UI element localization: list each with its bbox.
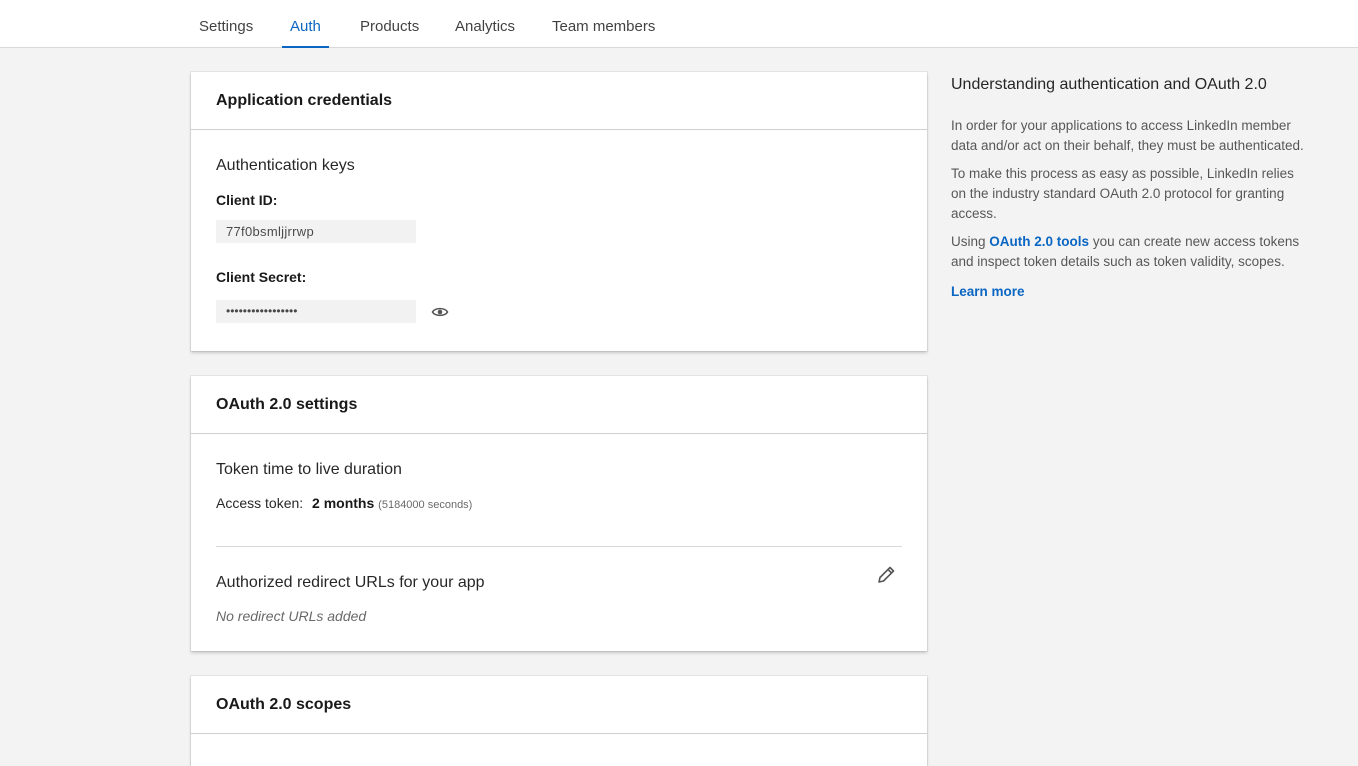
auth-keys-heading: Authentication keys xyxy=(216,157,355,174)
client-id-field[interactable]: 77f0bsmljjrrwp xyxy=(216,220,416,243)
top-nav: Settings Auth Products Analytics Team me… xyxy=(0,0,1358,48)
section-divider xyxy=(216,546,902,547)
oauth-tools-link[interactable]: OAuth 2.0 tools xyxy=(989,234,1089,249)
eye-icon[interactable] xyxy=(431,303,449,321)
tab-settings[interactable]: Settings xyxy=(191,0,261,48)
credentials-card: Application credentials Authentication k… xyxy=(191,72,927,351)
oauth-scopes-card: OAuth 2.0 scopes xyxy=(191,676,927,766)
tab-analytics[interactable]: Analytics xyxy=(447,0,523,48)
sidebar-paragraph: Using OAuth 2.0 tools you can create new… xyxy=(951,232,1311,272)
redirect-heading: Authorized redirect URLs for your app xyxy=(216,574,485,591)
access-token-row: Access token: 2 months (5184000 seconds) xyxy=(216,495,472,511)
tab-team-members[interactable]: Team members xyxy=(544,0,663,48)
learn-more-row: Learn more xyxy=(951,282,1311,302)
access-token-value: 2 months xyxy=(312,495,375,511)
client-secret-field[interactable]: ••••••••••••••••• xyxy=(216,300,416,323)
access-token-label: Access token: xyxy=(216,495,304,511)
credentials-title: Application credentials xyxy=(191,72,927,130)
oauth-settings-card: OAuth 2.0 settings Token time to live du… xyxy=(191,376,927,651)
sidebar-paragraph: In order for your applications to access… xyxy=(951,118,1304,153)
ttl-heading: Token time to live duration xyxy=(216,461,402,478)
learn-more-link[interactable]: Learn more xyxy=(951,284,1025,299)
help-sidebar: Understanding authentication and OAuth 2… xyxy=(951,74,1311,310)
oauth-settings-title: OAuth 2.0 settings xyxy=(191,376,927,434)
pencil-icon[interactable] xyxy=(875,564,897,586)
sidebar-paragraph: To make this process as easy as possible… xyxy=(951,166,1294,221)
tab-products[interactable]: Products xyxy=(352,0,427,48)
access-token-seconds: (5184000 seconds) xyxy=(378,499,473,511)
para3-prefix: Using xyxy=(951,234,986,249)
client-secret-label: Client Secret: xyxy=(216,269,307,285)
client-id-label: Client ID: xyxy=(216,192,278,208)
sidebar-title: Understanding authentication and OAuth 2… xyxy=(951,76,1267,93)
redirect-empty-text: No redirect URLs added xyxy=(216,608,367,624)
oauth-scopes-title: OAuth 2.0 scopes xyxy=(191,676,927,734)
tab-auth[interactable]: Auth xyxy=(282,0,329,48)
